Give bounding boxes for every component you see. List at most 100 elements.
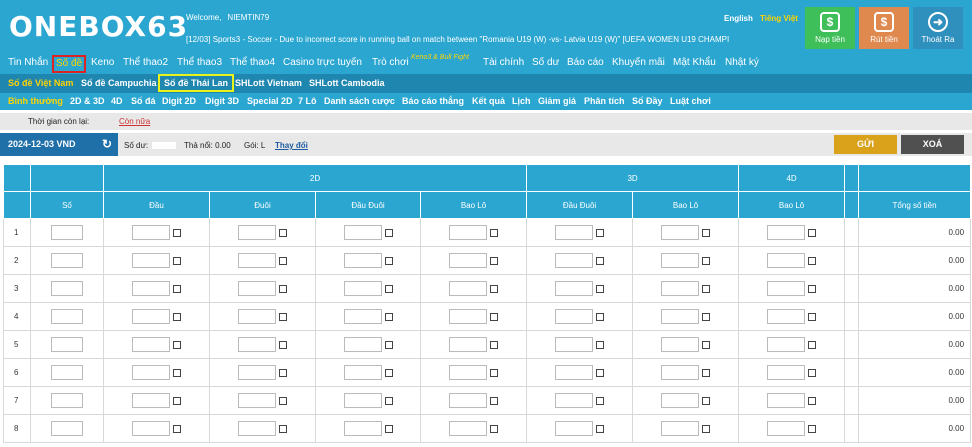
bao-lo-3d-amount-input[interactable]: [661, 253, 700, 268]
bao-lo-2d-checkbox[interactable]: [490, 228, 499, 237]
nav-games[interactable]: Trò chơi: [372, 57, 409, 68]
clear-button[interactable]: XOÁ: [901, 135, 964, 154]
tab-win-report[interactable]: Báo cáo thắng: [402, 96, 464, 106]
nav-messages[interactable]: Tin Nhắn: [8, 57, 48, 68]
tab-7-lo[interactable]: 7 Lô: [298, 96, 317, 106]
dau-duoi-3d-checkbox[interactable]: [596, 284, 605, 293]
dau-duoi-2d-amount-input[interactable]: [343, 281, 382, 296]
duoi-checkbox[interactable]: [279, 396, 287, 405]
dau-duoi-3d-checkbox[interactable]: [596, 256, 605, 265]
bao-lo-4d-checkbox[interactable]: [808, 340, 817, 349]
number-input[interactable]: [51, 309, 83, 324]
dau-duoi-2d-amount-input[interactable]: [343, 309, 382, 324]
nav-balance[interactable]: Số dư: [532, 57, 559, 68]
bao-lo-4d-checkbox[interactable]: [808, 424, 817, 433]
tab-discount[interactable]: Giảm giá: [538, 96, 576, 106]
bao-lo-3d-checkbox[interactable]: [702, 312, 711, 321]
dau-duoi-2d-amount-input[interactable]: [343, 337, 382, 352]
bao-lo-2d-amount-input[interactable]: [449, 309, 488, 324]
bao-lo-4d-checkbox[interactable]: [808, 396, 817, 405]
dau-checkbox[interactable]: [173, 312, 181, 321]
bao-lo-2d-checkbox[interactable]: [490, 424, 499, 433]
number-input[interactable]: [51, 253, 83, 268]
dau-duoi-2d-amount-input[interactable]: [343, 393, 382, 408]
bao-lo-4d-amount-input[interactable]: [767, 421, 806, 436]
nav-password[interactable]: Mật Khẩu: [673, 57, 716, 68]
bao-lo-2d-amount-input[interactable]: [449, 337, 488, 352]
dau-duoi-2d-amount-input[interactable]: [343, 421, 382, 436]
nav-reports[interactable]: Báo cáo: [567, 57, 604, 68]
dau-duoi-3d-amount-input[interactable]: [555, 309, 594, 324]
dau-duoi-2d-amount-input[interactable]: [343, 365, 382, 380]
tab-4d[interactable]: 4D: [111, 96, 123, 106]
dau-duoi-3d-amount-input[interactable]: [555, 225, 594, 240]
bao-lo-4d-checkbox[interactable]: [808, 312, 817, 321]
nav-log[interactable]: Nhật ký: [725, 57, 759, 68]
bao-lo-2d-amount-input[interactable]: [449, 225, 488, 240]
dau-amount-input[interactable]: [132, 225, 170, 240]
dau-checkbox[interactable]: [173, 424, 181, 433]
dau-duoi-2d-checkbox[interactable]: [384, 368, 393, 377]
duoi-checkbox[interactable]: [279, 284, 287, 293]
bao-lo-4d-amount-input[interactable]: [767, 225, 806, 240]
nav-sports4[interactable]: Thể thao4: [230, 57, 275, 68]
tab-analysis[interactable]: Phân tích: [584, 96, 625, 106]
tab-rules[interactable]: Luật chơi: [670, 96, 711, 106]
tab-full-numbers[interactable]: Số Đầy: [632, 96, 663, 106]
bao-lo-3d-amount-input[interactable]: [661, 225, 700, 240]
dau-duoi-3d-amount-input[interactable]: [555, 281, 594, 296]
dau-duoi-2d-checkbox[interactable]: [384, 256, 393, 265]
bao-lo-2d-amount-input[interactable]: [449, 281, 488, 296]
dau-duoi-2d-checkbox[interactable]: [384, 228, 393, 237]
bao-lo-4d-amount-input[interactable]: [767, 337, 806, 352]
tab-digit-2d[interactable]: Digit 2D: [162, 96, 196, 106]
dau-amount-input[interactable]: [132, 365, 170, 380]
bao-lo-3d-amount-input[interactable]: [661, 309, 700, 324]
bao-lo-2d-checkbox[interactable]: [490, 340, 499, 349]
nav-sports2[interactable]: Thể thao2: [123, 57, 168, 68]
nav-so-de[interactable]: Số đề: [52, 55, 87, 73]
refresh-icon[interactable]: ↻: [102, 137, 112, 151]
bao-lo-2d-checkbox[interactable]: [490, 256, 499, 265]
bao-lo-2d-checkbox[interactable]: [490, 284, 499, 293]
dau-duoi-3d-checkbox[interactable]: [596, 424, 605, 433]
logout-button[interactable]: ➜ Thoát Ra: [913, 7, 963, 49]
lang-english-link[interactable]: English: [724, 14, 753, 23]
bao-lo-3d-amount-input[interactable]: [661, 421, 700, 436]
tab-so-de-thai-lan[interactable]: Số đề Thái Lan: [158, 74, 235, 92]
tab-shlott-cambodia[interactable]: SHLott Cambodia: [309, 78, 385, 88]
nav-sports3[interactable]: Thể thao3: [177, 57, 222, 68]
site-logo[interactable]: ONEBOX63: [9, 10, 188, 43]
number-input[interactable]: [51, 365, 83, 380]
bao-lo-3d-checkbox[interactable]: [702, 256, 711, 265]
tab-so-de-campuchia[interactable]: Số đề Campuchia: [81, 78, 157, 88]
bao-lo-4d-amount-input[interactable]: [767, 253, 806, 268]
bao-lo-4d-checkbox[interactable]: [808, 228, 817, 237]
time-remaining-value[interactable]: Còn nữa: [119, 117, 150, 126]
dau-checkbox[interactable]: [173, 340, 181, 349]
dau-amount-input[interactable]: [132, 393, 170, 408]
tab-so-de-vietnam[interactable]: Số đề Việt Nam: [8, 78, 73, 88]
bao-lo-3d-checkbox[interactable]: [702, 424, 711, 433]
bao-lo-2d-checkbox[interactable]: [490, 396, 499, 405]
number-input[interactable]: [51, 337, 83, 352]
dau-duoi-3d-amount-input[interactable]: [555, 253, 594, 268]
dau-amount-input[interactable]: [132, 309, 170, 324]
bao-lo-4d-checkbox[interactable]: [808, 368, 817, 377]
dau-duoi-3d-amount-input[interactable]: [555, 393, 594, 408]
dau-duoi-2d-amount-input[interactable]: [343, 253, 382, 268]
tab-schedule[interactable]: Lịch: [512, 96, 531, 106]
bao-lo-2d-amount-input[interactable]: [449, 393, 488, 408]
duoi-amount-input[interactable]: [238, 225, 276, 240]
duoi-amount-input[interactable]: [238, 309, 276, 324]
bao-lo-4d-checkbox[interactable]: [808, 284, 817, 293]
duoi-amount-input[interactable]: [238, 337, 276, 352]
bao-lo-3d-checkbox[interactable]: [702, 228, 711, 237]
dau-duoi-3d-amount-input[interactable]: [555, 421, 594, 436]
bao-lo-3d-checkbox[interactable]: [702, 396, 711, 405]
tab-so-da[interactable]: Số đá: [131, 96, 156, 106]
dau-duoi-3d-checkbox[interactable]: [596, 228, 605, 237]
nav-promotions[interactable]: Khuyến mãi: [612, 57, 665, 68]
bao-lo-3d-checkbox[interactable]: [702, 368, 711, 377]
bao-lo-4d-amount-input[interactable]: [767, 393, 806, 408]
